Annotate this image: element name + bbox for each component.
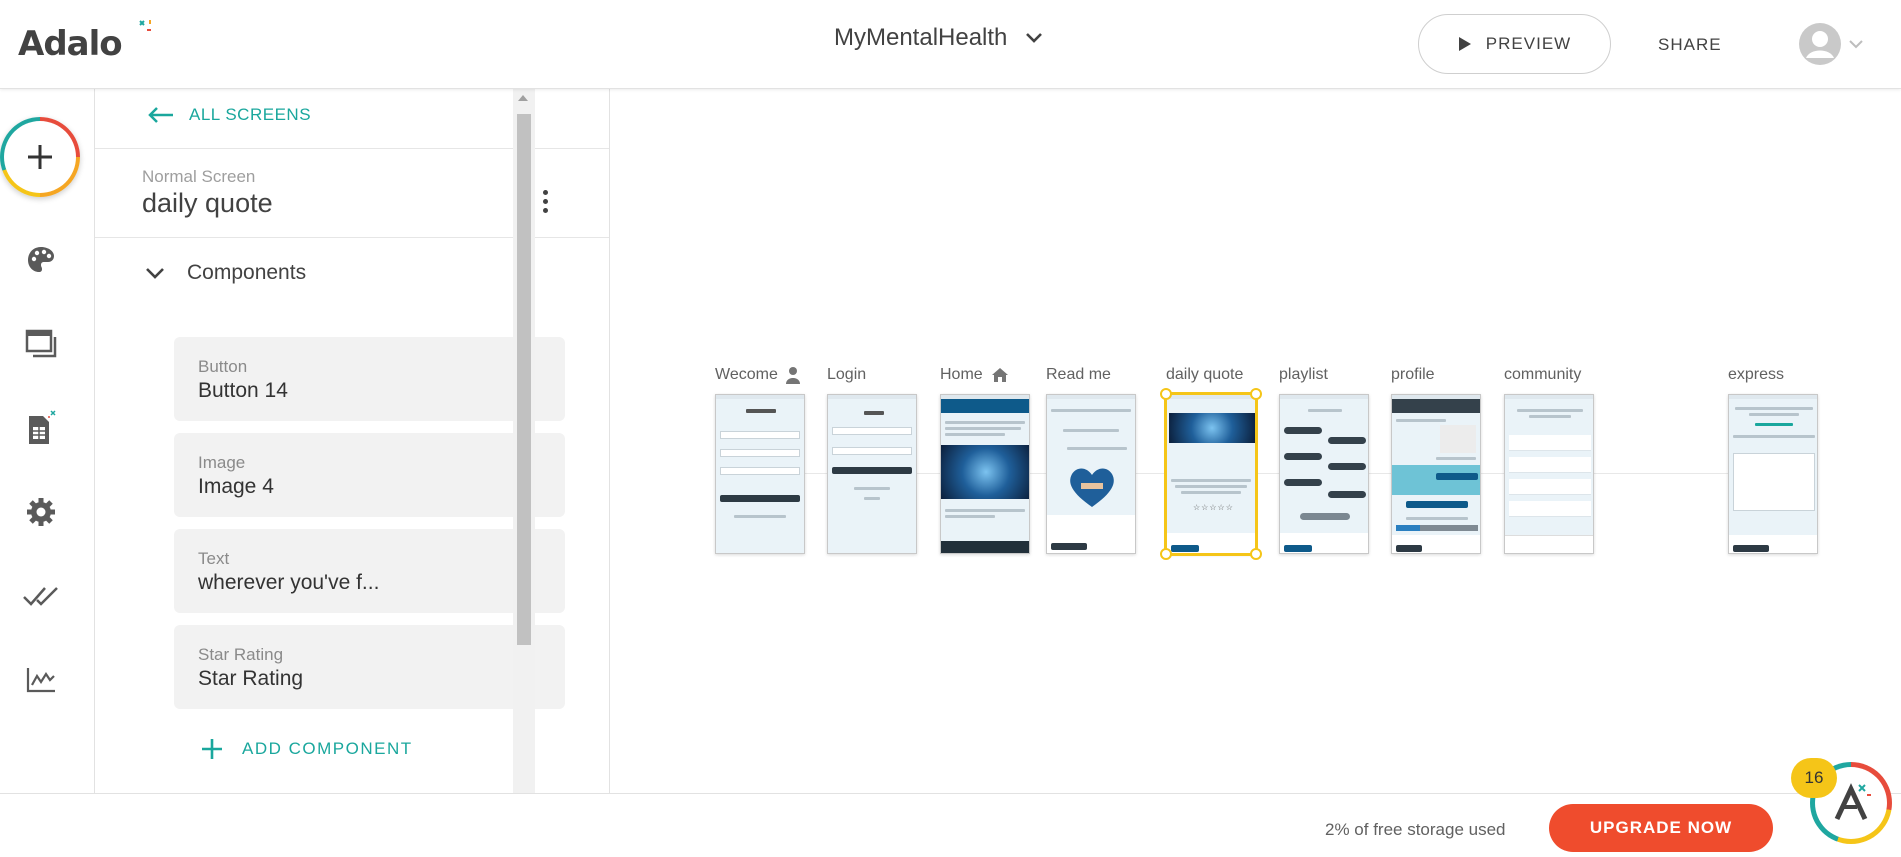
component-name: Star Rating bbox=[198, 667, 304, 690]
plus-icon bbox=[28, 145, 52, 169]
screen-label-home[interactable]: Home bbox=[940, 366, 1009, 384]
screen-label-text: Login bbox=[827, 366, 867, 383]
left-icon-rail bbox=[0, 89, 95, 793]
avatar-icon bbox=[1799, 23, 1841, 65]
screen-label-text: playlist bbox=[1279, 366, 1328, 383]
all-screens-link[interactable]: ALL SCREENS bbox=[147, 105, 311, 125]
screen-label-read-me[interactable]: Read me bbox=[1046, 366, 1111, 384]
screen-label-daily-quote[interactable]: daily quote bbox=[1166, 366, 1243, 384]
settings-gear-icon[interactable] bbox=[22, 493, 60, 531]
screen-more-menu-icon[interactable] bbox=[535, 181, 555, 221]
components-section-toggle[interactable]: Components bbox=[145, 261, 306, 285]
resize-handle[interactable] bbox=[1160, 548, 1172, 560]
top-bar: Adalo MyMentalHealth PREVIEW SHARE bbox=[0, 0, 1901, 89]
screen-thumbnail-express[interactable] bbox=[1728, 394, 1818, 554]
branding-palette-icon[interactable] bbox=[22, 241, 60, 279]
resize-handle[interactable] bbox=[1160, 388, 1172, 400]
logo-text: Adalo bbox=[18, 24, 123, 64]
bottom-bar: 2% of free storage used UPGRADE NOW bbox=[0, 793, 1901, 857]
screen-thumbnail-playlist[interactable] bbox=[1279, 394, 1369, 554]
user-menu[interactable] bbox=[1798, 22, 1864, 66]
share-button[interactable]: SHARE bbox=[1658, 35, 1722, 55]
chevron-down-icon bbox=[1849, 40, 1863, 49]
project-name: MyMentalHealth bbox=[834, 24, 1008, 51]
screen-type: Normal Screen bbox=[142, 167, 256, 186]
screen-label-express[interactable]: express bbox=[1728, 366, 1784, 384]
adalo-logo[interactable]: Adalo bbox=[18, 20, 151, 64]
component-type: Star Rating bbox=[198, 645, 284, 664]
home-icon bbox=[991, 368, 1008, 382]
component-item-star-rating[interactable]: Star Rating Star Rating bbox=[174, 625, 565, 709]
screen-label-playlist[interactable]: playlist bbox=[1279, 366, 1328, 384]
notification-count-badge[interactable]: 16 bbox=[1791, 758, 1837, 798]
chevron-down-icon bbox=[146, 268, 164, 279]
play-icon bbox=[1458, 37, 1471, 51]
screen-label-community[interactable]: community bbox=[1504, 366, 1581, 384]
component-name: wherever you've f... bbox=[198, 571, 380, 594]
component-type: Image bbox=[198, 453, 246, 472]
component-type: Button bbox=[198, 357, 248, 376]
chevron-down-icon bbox=[1026, 33, 1043, 43]
screen-label-text: Home bbox=[940, 366, 983, 383]
panel-scrollbar[interactable] bbox=[513, 89, 535, 793]
arrow-left-icon bbox=[148, 107, 173, 123]
screen-label-login[interactable]: Login bbox=[827, 366, 866, 384]
component-item-image[interactable]: Image Image 4 bbox=[174, 433, 565, 517]
component-name: Image 4 bbox=[198, 475, 274, 498]
adalo-a-icon bbox=[1834, 783, 1871, 821]
resize-handle[interactable] bbox=[1250, 548, 1262, 560]
component-type: Text bbox=[198, 549, 230, 568]
preview-label: PREVIEW bbox=[1485, 34, 1572, 53]
publish-check-icon[interactable] bbox=[22, 577, 60, 615]
screen-thumbnail-wecome[interactable] bbox=[715, 394, 805, 554]
screen-label-text: daily quote bbox=[1166, 366, 1244, 383]
component-item-button[interactable]: Button Button 14 bbox=[174, 337, 565, 421]
screen-label-text: Read me bbox=[1046, 366, 1111, 383]
component-item-text[interactable]: Text wherever you've f... bbox=[174, 529, 565, 613]
screen-thumbnail-read-me[interactable] bbox=[1046, 394, 1136, 554]
analytics-icon[interactable] bbox=[22, 661, 60, 699]
screen-label-text: community bbox=[1504, 366, 1582, 383]
storage-usage-text: 2% of free storage used bbox=[1325, 820, 1506, 839]
screen-thumbnail-community[interactable] bbox=[1504, 394, 1594, 554]
preview-button[interactable]: PREVIEW bbox=[1418, 14, 1611, 74]
plus-icon bbox=[202, 739, 222, 759]
screen-label-profile[interactable]: profile bbox=[1391, 366, 1435, 384]
screen-label-text: Wecome bbox=[715, 366, 778, 383]
add-component-label: ADD COMPONENT bbox=[242, 739, 413, 758]
component-name: Button 14 bbox=[198, 379, 288, 402]
upgrade-now-button[interactable]: UPGRADE NOW bbox=[1549, 804, 1773, 852]
scrollbar-thumb[interactable] bbox=[517, 114, 531, 645]
project-selector[interactable]: MyMentalHealth bbox=[834, 24, 1043, 52]
screen-thumbnail-home[interactable] bbox=[940, 394, 1030, 554]
screen-label-text: express bbox=[1728, 366, 1785, 383]
screen-thumbnail-profile[interactable] bbox=[1391, 394, 1481, 554]
add-component-button[interactable]: ADD COMPONENT bbox=[200, 737, 413, 761]
screens-icon[interactable] bbox=[22, 325, 60, 363]
database-icon[interactable] bbox=[22, 409, 60, 447]
add-button[interactable] bbox=[0, 117, 80, 197]
all-screens-label: ALL SCREENS bbox=[189, 105, 312, 124]
person-icon bbox=[785, 367, 800, 384]
screen-label-wecome[interactable]: Wecome bbox=[715, 366, 800, 384]
screen-label-text: profile bbox=[1391, 366, 1435, 383]
screen-name[interactable]: daily quote bbox=[142, 188, 273, 219]
star-rating-icon: ☆☆☆☆☆ bbox=[1193, 503, 1234, 512]
screens-canvas[interactable]: Wecome Login Home Read me daily quote ☆☆… bbox=[636, 89, 1901, 793]
screen-thumbnail-daily-quote[interactable]: ☆☆☆☆☆ bbox=[1164, 392, 1258, 556]
screen-thumbnail-login[interactable] bbox=[827, 394, 917, 554]
resize-handle[interactable] bbox=[1250, 388, 1262, 400]
components-label: Components bbox=[187, 261, 307, 284]
scroll-up-arrow-icon[interactable] bbox=[518, 95, 528, 101]
logo-sparkle-icon bbox=[139, 20, 151, 31]
